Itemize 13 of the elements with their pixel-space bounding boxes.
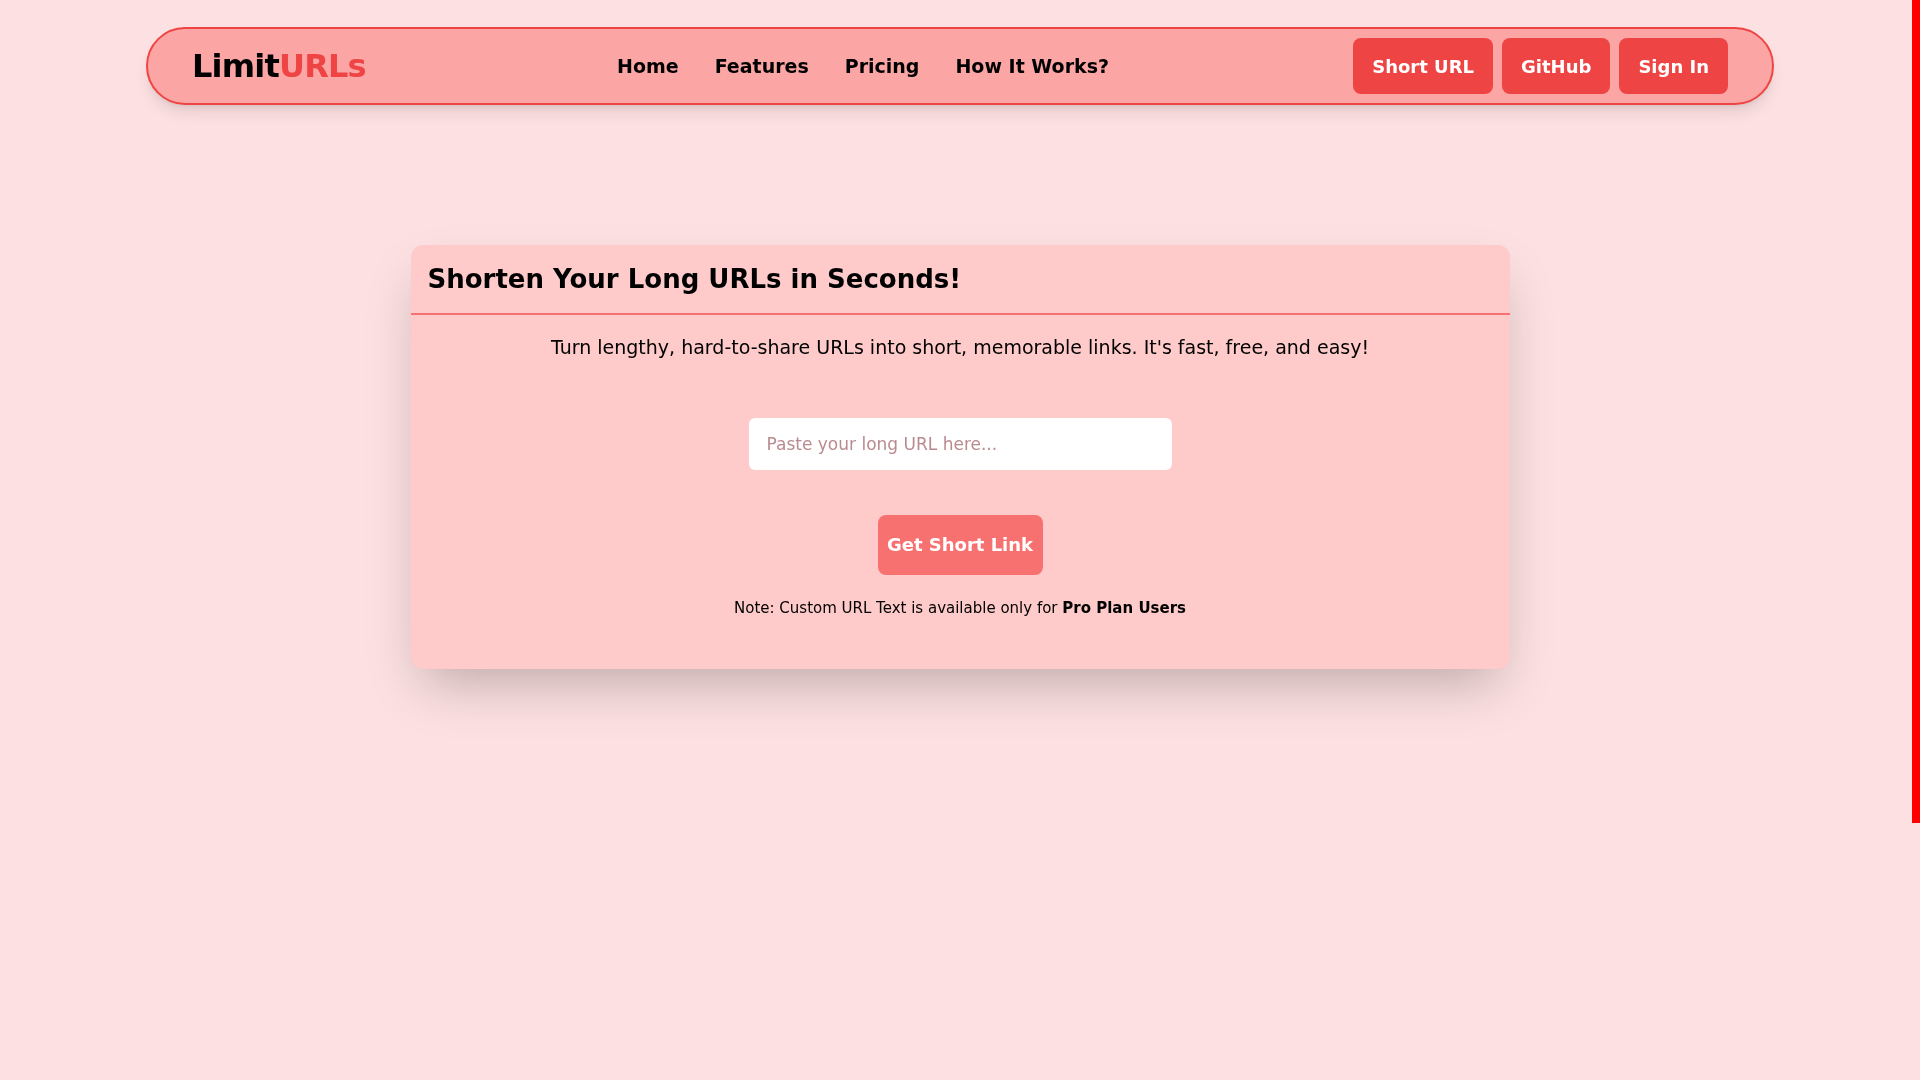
nav-button[interactable]: GitHub xyxy=(1502,38,1611,94)
logo[interactable]: LimitURLs xyxy=(192,42,366,90)
nav-link[interactable]: Home xyxy=(617,51,679,81)
plan-note: Note: Custom URL Text is available only for Pro Plan Users xyxy=(734,597,1186,619)
url-input-field[interactable]: Paste your long URL here... xyxy=(748,417,1172,470)
nav-link[interactable]: Pricing xyxy=(844,51,920,81)
card-subtitle: Turn lengthy, hard-to-share URLs into short, memorable links. It's fast, free, and easy! xyxy=(550,335,1370,360)
nav-link[interactable]: How It Works? xyxy=(955,51,1109,81)
nav-button[interactable]: Sign In xyxy=(1619,38,1728,94)
scrollbar-thumb[interactable] xyxy=(1912,0,1920,823)
nav-button[interactable]: Short URL xyxy=(1353,38,1494,94)
card-title: Shorten Your Long URLs in Seconds! xyxy=(427,262,962,296)
nav-link[interactable]: Features xyxy=(714,51,809,81)
